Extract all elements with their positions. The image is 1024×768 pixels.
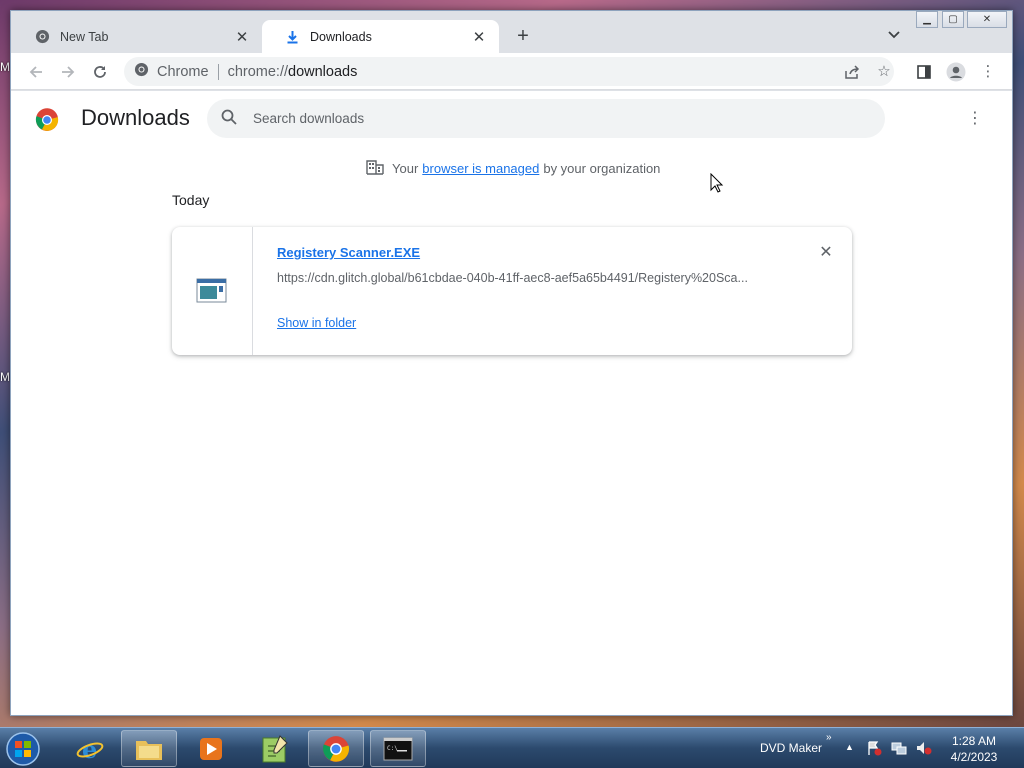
tab-search-chevron-icon[interactable] <box>885 27 903 45</box>
tab-strip: New Tab ✕ Downloads ✕ + ▁ ▢ ✕ <box>11 11 1012 53</box>
side-panel-icon[interactable] <box>913 61 935 83</box>
date-section-heading: Today <box>172 192 210 208</box>
browser-window: New Tab ✕ Downloads ✕ + ▁ ▢ ✕ Chrome chr… <box>10 10 1013 716</box>
clock-time: 1:28 AM <box>951 734 997 748</box>
download-source-url: https://cdn.glitch.global/b61cbdae-040b-… <box>277 271 748 285</box>
mouse-pointer-icon <box>710 172 724 196</box>
download-icon <box>284 29 300 45</box>
notepad-plus-icon[interactable] <box>247 730 303 767</box>
svg-text:e: e <box>82 735 97 763</box>
share-icon[interactable] <box>841 61 863 83</box>
close-tab-icon[interactable]: ✕ <box>234 29 250 46</box>
start-button-icon[interactable] <box>4 730 44 767</box>
tab-new-tab[interactable]: New Tab ✕ <box>12 20 262 53</box>
managed-notice: Your browser is managed by your organiza… <box>366 159 660 178</box>
back-icon[interactable] <box>25 61 47 83</box>
action-center-flag-icon[interactable] <box>866 740 882 756</box>
internet-explorer-icon[interactable]: e <box>62 730 118 767</box>
close-window-button[interactable]: ✕ <box>967 11 1007 28</box>
show-hidden-icons-icon[interactable]: ▲ <box>845 742 854 752</box>
close-tab-icon[interactable]: ✕ <box>471 29 487 46</box>
url-host: downloads <box>288 63 358 80</box>
managed-prefix: Your <box>392 161 419 176</box>
download-item: Registery Scanner.EXE https://cdn.glitch… <box>172 227 852 355</box>
profile-avatar-icon[interactable] <box>945 61 967 83</box>
minimize-button[interactable]: ▁ <box>916 11 938 28</box>
tab-downloads[interactable]: Downloads ✕ <box>262 20 499 53</box>
omnibox-chip-label: Chrome <box>157 63 209 80</box>
building-icon <box>366 159 384 178</box>
volume-muted-icon[interactable] <box>916 740 932 756</box>
omnibox-divider <box>217 63 219 80</box>
chrome-taskbar-icon[interactable] <box>308 730 364 767</box>
tray-toolbar-label[interactable]: DVD Maker <box>760 741 822 755</box>
command-prompt-icon[interactable]: C:\ <box>370 730 426 767</box>
show-in-folder-link[interactable]: Show in folder <box>277 316 356 330</box>
remove-download-icon[interactable]: ✕ <box>816 243 836 263</box>
executable-file-icon <box>196 277 228 308</box>
maximize-button[interactable]: ▢ <box>942 11 964 28</box>
chrome-menu-icon[interactable]: ⋮ <box>977 61 999 83</box>
clock-date: 4/2/2023 <box>950 750 998 764</box>
chrome-icon <box>134 62 149 81</box>
search-icon <box>221 109 237 128</box>
svg-text:C:\: C:\ <box>387 745 398 752</box>
download-file-name-link[interactable]: Registery Scanner.EXE <box>277 245 420 260</box>
downloads-page: Downloads Search downloads ⋮ Your browse… <box>11 91 1012 715</box>
file-icon-column <box>172 227 253 355</box>
url-scheme: chrome:// <box>227 63 289 80</box>
managed-suffix: by your organization <box>543 161 661 176</box>
new-tab-button[interactable]: + <box>512 25 534 47</box>
page-title: Downloads <box>81 105 190 130</box>
system-clock[interactable]: 1:28 AM 4/2/2023 <box>944 733 1004 765</box>
taskbar: e C:\ DVD Maker » ▲ 1:28 AM 4/2/2023 <box>0 727 1024 768</box>
bookmark-star-icon[interactable]: ☆ <box>873 61 895 83</box>
browser-toolbar: Chrome chrome://downloads ☆ ⋮ <box>11 53 1012 90</box>
media-player-icon[interactable] <box>183 730 239 767</box>
reload-icon[interactable] <box>89 61 111 83</box>
more-actions-icon[interactable]: ⋮ <box>966 109 984 129</box>
forward-icon[interactable] <box>57 61 79 83</box>
search-input[interactable]: Search downloads <box>207 99 885 138</box>
tray-chevron-icon[interactable]: » <box>826 732 832 743</box>
search-placeholder: Search downloads <box>253 111 365 126</box>
managed-link[interactable]: browser is managed <box>422 161 539 176</box>
tab-label: Downloads <box>310 29 372 44</box>
network-icon[interactable] <box>891 740 907 756</box>
omnibox[interactable]: Chrome chrome://downloads <box>124 57 894 86</box>
chrome-icon <box>34 29 50 45</box>
tab-label: New Tab <box>60 29 109 44</box>
file-explorer-icon[interactable] <box>121 730 177 767</box>
chrome-logo-icon <box>35 108 59 132</box>
